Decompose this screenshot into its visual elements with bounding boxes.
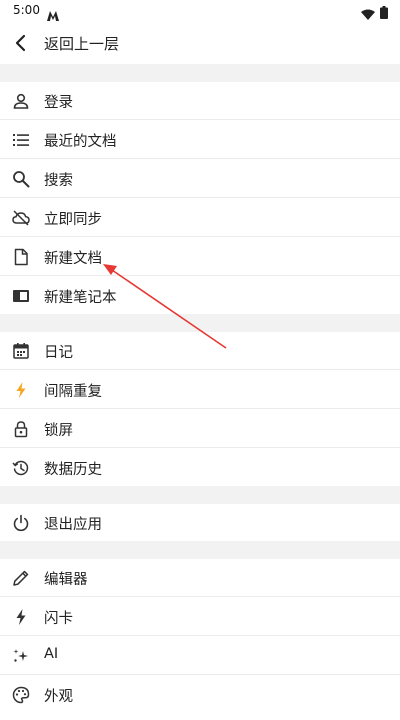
- status-time: 5:00: [13, 3, 40, 17]
- flash-icon: [12, 608, 30, 626]
- menu-item-label: 立即同步: [44, 212, 102, 228]
- battery-icon: [380, 4, 388, 23]
- menu-item-new-document[interactable]: 新建文档: [0, 238, 400, 276]
- menu-item-label: 最近的文档: [44, 134, 117, 150]
- notebook-icon: [12, 287, 30, 305]
- menu-item-label: AI: [44, 646, 59, 662]
- menu-item-editor[interactable]: 编辑器: [0, 559, 400, 597]
- palette-icon: [12, 686, 30, 704]
- menu-item-label: 间隔重复: [44, 384, 102, 400]
- section-divider: [0, 541, 400, 559]
- pencil-icon: [12, 569, 30, 587]
- menu-item-lock-screen[interactable]: 锁屏: [0, 410, 400, 448]
- item-separator: [0, 674, 400, 675]
- section-divider: [0, 486, 400, 504]
- search-icon: [12, 170, 30, 188]
- item-separator: [0, 158, 400, 159]
- menu-item-data-history[interactable]: 数据历史: [0, 449, 400, 487]
- list-icon: [12, 131, 30, 149]
- menu-item-login[interactable]: 登录: [0, 82, 400, 120]
- menu-item-label: 日记: [44, 345, 73, 361]
- menu-item-new-notebook[interactable]: 新建笔记本: [0, 277, 400, 315]
- history-icon: [12, 459, 30, 477]
- menu-item-label: 锁屏: [44, 423, 73, 439]
- item-separator: [0, 275, 400, 276]
- item-separator: [0, 369, 400, 370]
- menu-item-label: 编辑器: [44, 572, 88, 588]
- item-separator: [0, 596, 400, 597]
- menu-item-diary[interactable]: 日记: [0, 332, 400, 370]
- item-separator: [0, 408, 400, 409]
- item-separator: [0, 197, 400, 198]
- menu-item-label: 数据历史: [44, 462, 102, 478]
- app-notification-icon: [47, 6, 59, 25]
- menu-item-exit-app[interactable]: 退出应用: [0, 504, 400, 542]
- menu-item-recent-documents[interactable]: 最近的文档: [0, 121, 400, 159]
- menu-item-label: 新建文档: [44, 251, 102, 267]
- status-bar: 5:00: [0, 0, 400, 22]
- menu-item-label: 外观: [44, 689, 73, 705]
- calendar-icon: [12, 342, 30, 360]
- menu-item-sync-now[interactable]: 立即同步: [0, 199, 400, 237]
- header: 返回上一层: [0, 24, 400, 64]
- back-arrow-icon[interactable]: [12, 34, 30, 56]
- wifi-icon: [361, 5, 375, 24]
- section-divider: [0, 314, 400, 332]
- menu-item-appearance[interactable]: 外观: [0, 676, 400, 714]
- power-icon: [12, 514, 30, 532]
- person-icon: [12, 92, 30, 110]
- back-button[interactable]: 返回上一层: [44, 33, 119, 54]
- menu-item-label: 退出应用: [44, 517, 102, 533]
- item-separator: [0, 447, 400, 448]
- document-icon: [12, 248, 30, 266]
- lightning-icon: [12, 381, 30, 399]
- item-separator: [0, 119, 400, 120]
- item-separator: [0, 236, 400, 237]
- sparkle-icon: [12, 647, 30, 665]
- menu-item-label: 闪卡: [44, 611, 73, 627]
- menu-item-search[interactable]: 搜索: [0, 160, 400, 198]
- menu-item-spaced-repetition[interactable]: 间隔重复: [0, 371, 400, 409]
- lock-icon: [12, 420, 30, 438]
- menu-item-ai[interactable]: AI: [0, 637, 400, 675]
- menu-item-label: 新建笔记本: [44, 290, 117, 306]
- menu-item-flashcards[interactable]: 闪卡: [0, 598, 400, 636]
- cloud-off-icon: [12, 209, 30, 227]
- section-divider: [0, 64, 400, 82]
- menu-item-label: 登录: [44, 95, 73, 111]
- item-separator: [0, 635, 400, 636]
- menu-item-label: 搜索: [44, 173, 73, 189]
